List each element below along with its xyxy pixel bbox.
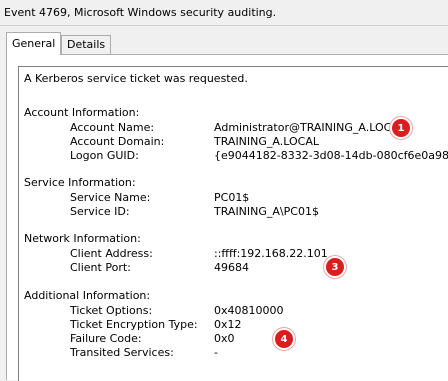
failure-code-value: 0x0 (214, 332, 235, 345)
tab-general[interactable]: General (6, 32, 61, 55)
logon-guid-label: Logon GUID: (70, 149, 139, 162)
client-address-value: ::ffff:192.168.22.101 (214, 247, 328, 260)
service-id-label: Service ID: (70, 205, 130, 218)
window-title-bar: Event 4769, Microsoft Windows security a… (0, 0, 448, 26)
client-port-value: 49684 (214, 261, 249, 274)
ticket-encryption-value: 0x12 (214, 318, 242, 331)
account-domain-value: TRAINING_A.LOCAL (214, 135, 319, 148)
event-description-box[interactable]: A Kerberos service ticket was requested.… (18, 66, 448, 381)
service-name-value: PC01$ (214, 191, 250, 204)
account-domain-label: Account Domain: (70, 135, 165, 148)
service-name-label: Service Name: (70, 191, 151, 204)
annotation-badge-3: 3 (326, 258, 344, 276)
transited-services-label: Transited Services: (70, 346, 174, 359)
logon-guid-value: {e9044182-8332-3d08-14db-080cf6e0a989} (214, 149, 448, 162)
service-id-value: TRAINING_A\PC01$ (214, 205, 319, 218)
account-name-value: Administrator@TRAINING_A.LOCAL (214, 121, 405, 134)
network-heading: Network Information: (24, 232, 141, 245)
client-port-label: Client Port: (70, 261, 131, 274)
client-address-label: Client Address: (70, 247, 153, 260)
account-name-label: Account Name: (70, 121, 155, 134)
failure-code-label: Failure Code: (70, 332, 142, 345)
annotation-badge-4: 4 (275, 330, 293, 348)
additional-heading: Additional Information: (24, 289, 151, 302)
tab-strip: General Details (0, 26, 448, 55)
ticket-options-value: 0x40810000 (214, 304, 284, 317)
ticket-options-label: Ticket Options: (70, 304, 153, 317)
general-panel: A Kerberos service ticket was requested.… (6, 54, 448, 381)
event-summary: A Kerberos service ticket was requested. (24, 72, 248, 85)
ticket-encryption-label: Ticket Encryption Type: (70, 318, 198, 331)
service-heading: Service Information: (24, 176, 136, 189)
tab-details[interactable]: Details (61, 35, 111, 54)
transited-services-value: - (214, 346, 218, 359)
annotation-badge-1: 1 (392, 119, 410, 137)
account-heading: Account Information: (24, 106, 140, 119)
window-title: Event 4769, Microsoft Windows security a… (4, 6, 277, 19)
